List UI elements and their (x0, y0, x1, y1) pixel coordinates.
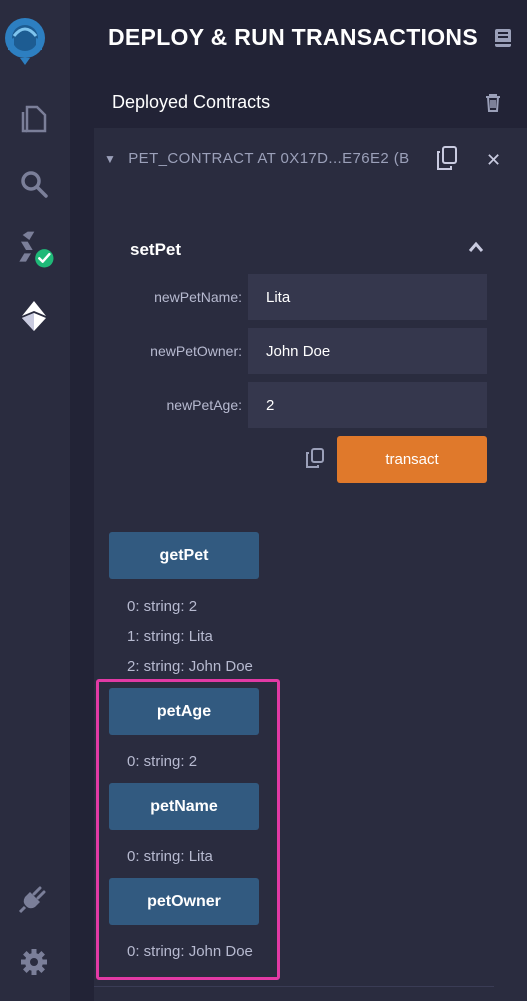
remix-logo-icon[interactable] (2, 14, 48, 66)
deploy-run-icon[interactable] (14, 296, 54, 336)
panel-title: DEPLOY & RUN TRANSACTIONS (108, 24, 478, 50)
getpet-output-2: 2: string: John Doe (127, 658, 253, 675)
contract-address: PET_CONTRACT AT 0X17D...E76E2 (B (128, 150, 410, 167)
contract-header[interactable]: ▼ PET_CONTRACT AT 0X17D...E76E2 (B (104, 150, 410, 167)
param-label-newpetname: newPetName: (154, 289, 242, 305)
highlight-box (96, 679, 280, 980)
documentation-icon[interactable] (494, 28, 512, 53)
plugin-manager-icon[interactable] (14, 878, 54, 918)
copy-address-icon[interactable] (436, 146, 458, 175)
close-icon[interactable]: ✕ (486, 150, 501, 171)
param-label-newpetage: newPetAge: (166, 397, 243, 413)
getpet-output-1: 1: string: Lita (127, 628, 213, 645)
copy-calldata-icon[interactable] (306, 448, 324, 473)
deployed-contracts-label: Deployed Contracts (112, 92, 271, 112)
search-icon[interactable] (14, 164, 54, 204)
getpet-output-0: 0: string: 2 (127, 598, 198, 615)
newpetowner-input[interactable] (248, 328, 487, 374)
chevron-up-icon[interactable] (468, 240, 484, 258)
trash-icon[interactable] (484, 93, 502, 118)
divider (94, 986, 494, 987)
transact-button[interactable]: transact (337, 436, 487, 483)
newpetname-input[interactable] (248, 274, 487, 320)
solidity-compiler-icon[interactable] (16, 230, 56, 270)
function-name: setPet (130, 240, 182, 259)
chevron-down-icon[interactable]: ▼ (104, 152, 116, 166)
file-explorer-icon[interactable] (14, 98, 54, 138)
param-label-newpetowner: newPetOwner: (150, 343, 242, 359)
newpetage-input[interactable] (248, 382, 487, 428)
getpet-button[interactable]: getPet (109, 532, 259, 579)
settings-icon[interactable] (14, 942, 54, 982)
icon-sidebar (0, 0, 70, 1001)
